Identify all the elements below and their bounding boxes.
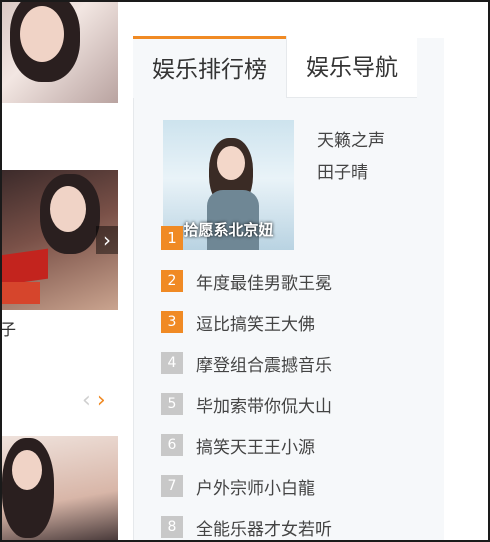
featured-song-link[interactable]: 天籁之声 <box>317 126 385 151</box>
featured-rank-badge: 1 <box>161 226 183 250</box>
face-shape <box>12 450 42 490</box>
rank-number-badge: 5 <box>161 393 183 415</box>
promo-banner <box>0 282 40 304</box>
rank-number-badge: 3 <box>161 311 183 333</box>
carousel-controls: ‹ › <box>82 388 112 413</box>
rank-title-link[interactable]: 全能乐器才女若听 <box>196 515 332 540</box>
chevron-right-icon[interactable]: › <box>97 388 106 413</box>
promo-banner <box>0 248 48 286</box>
panel-tabs: 娱乐排行榜 娱乐导航 <box>133 36 443 98</box>
tab-entertainment-nav[interactable]: 娱乐导航 <box>286 36 417 98</box>
chevron-left-icon[interactable]: ‹ <box>82 388 91 413</box>
face-shape <box>217 146 245 180</box>
rank-number-badge: 8 <box>161 516 183 538</box>
thumbnail-caption: 子 <box>0 320 17 339</box>
stream-thumbnail-3[interactable] <box>0 436 118 540</box>
rank-number-badge: 6 <box>161 434 183 456</box>
rank-title-link[interactable]: 毕加索带你侃大山 <box>196 392 332 417</box>
rank-number-badge: 4 <box>161 352 183 374</box>
rank-number-badge: 2 <box>161 270 183 292</box>
rank-title-link[interactable]: 摩登组合震撼音乐 <box>196 351 332 376</box>
stream-thumbnail-1[interactable] <box>0 2 118 103</box>
rank-title-link[interactable]: 搞笑天王王小源 <box>196 433 315 458</box>
rank-title-link[interactable]: 户外宗师小白龍 <box>196 474 315 499</box>
rank-title-link[interactable]: 年度最佳男歌王冕 <box>196 269 332 294</box>
featured-artist-link[interactable]: 田子晴 <box>317 158 368 183</box>
thumbnail-next-arrow-icon[interactable]: › <box>96 226 118 254</box>
face-shape <box>50 186 86 232</box>
face-shape <box>20 6 64 62</box>
tab-entertainment-ranking[interactable]: 娱乐排行榜 <box>133 36 286 98</box>
rank-number-badge: 7 <box>161 475 183 497</box>
rank-title-link[interactable]: 逗比搞笑王大佛 <box>196 310 315 335</box>
